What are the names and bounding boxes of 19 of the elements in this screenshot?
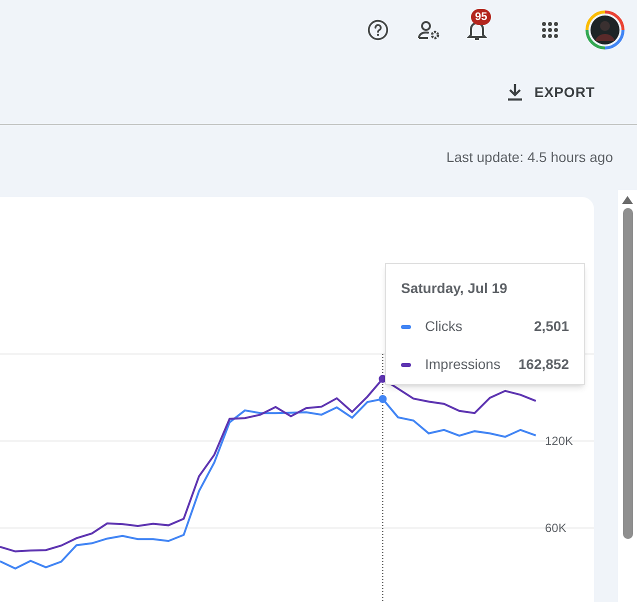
series-label: Impressions — [425, 355, 502, 374]
scroll-up-arrow-icon[interactable] — [622, 196, 633, 204]
scrollbar-thumb[interactable] — [622, 208, 632, 539]
axis-tick-label: 120K — [545, 434, 574, 448]
tooltip-title: Saturday, Jul 19 — [401, 279, 508, 298]
notification-badge: 95 — [471, 9, 492, 25]
user-settings-icon[interactable] — [417, 19, 441, 41]
series-label: Clicks — [425, 317, 464, 336]
last-update-text: Last update: 4.5 hours ago — [446, 148, 613, 167]
export-button[interactable]: EXPORT — [497, 76, 605, 108]
help-icon[interactable] — [367, 19, 389, 41]
hover-point — [378, 395, 387, 403]
series-value: 162,852 — [518, 355, 569, 374]
download-icon — [507, 83, 524, 101]
axis-tick-label: 60K — [545, 521, 566, 536]
avatar[interactable] — [585, 10, 625, 50]
apps-grid-icon[interactable] — [541, 21, 559, 39]
series-value: 2,501 — [534, 317, 569, 336]
scrollbar[interactable] — [618, 190, 637, 602]
